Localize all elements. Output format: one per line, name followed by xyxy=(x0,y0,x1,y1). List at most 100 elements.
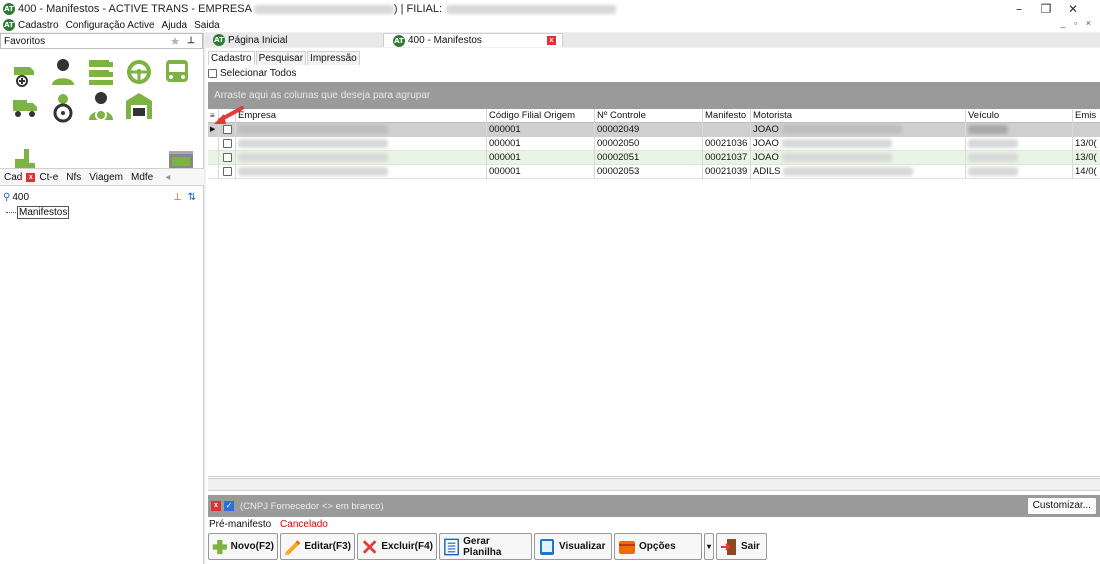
customize-button[interactable]: Customizar... xyxy=(1026,497,1097,515)
truck-add-icon[interactable] xyxy=(10,59,40,89)
search-icon: ⚲ xyxy=(3,191,11,203)
tab-impressao[interactable]: Impressão xyxy=(307,51,360,65)
filial-cell: 000001 xyxy=(487,151,595,165)
maximize-button[interactable]: ❐ xyxy=(1032,0,1060,18)
tab-manifestos[interactable]: AT 400 - Manifestos x xyxy=(383,33,563,47)
new-button[interactable]: Novo(F2) xyxy=(208,533,278,560)
options-dropdown-button[interactable]: ▾ xyxy=(704,533,714,560)
close-tab-icon[interactable]: x xyxy=(547,36,556,45)
column-emissao[interactable]: Emis xyxy=(1073,109,1100,123)
menu-configuracao[interactable]: Configuração Active xyxy=(66,20,155,31)
fleet-trucks-icon[interactable] xyxy=(86,57,116,87)
star-icon[interactable]: ★ xyxy=(170,35,180,48)
veiculo-cell xyxy=(966,165,1073,179)
tab-pesquisar[interactable]: Pesquisar xyxy=(255,51,307,65)
table-row[interactable]: 000001 00002051 00021037 JOAO 13/0( xyxy=(208,151,1100,165)
row-checkbox[interactable] xyxy=(223,167,232,176)
favorites-label: Favoritos xyxy=(4,35,46,47)
exit-button[interactable]: Sair xyxy=(716,533,767,560)
motorista-name: JOAO xyxy=(753,124,779,135)
generate-sheet-button[interactable]: Gerar Planilha xyxy=(439,533,532,560)
driver-steering-icon[interactable] xyxy=(48,93,78,123)
motorista-cell: JOAO xyxy=(751,137,966,151)
table-row[interactable]: 000001 00002050 00021036 JOAO 13/0( xyxy=(208,137,1100,151)
column-controle[interactable]: Nº Controle xyxy=(595,109,703,123)
table-row[interactable]: ▶ 000001 00002049 JOAO xyxy=(208,123,1100,137)
driver-wheel-icon[interactable] xyxy=(86,91,116,121)
minimize-button[interactable]: – xyxy=(1005,0,1033,18)
edit-button[interactable]: Editar(F3) xyxy=(280,533,355,560)
group-by-panel[interactable]: Arraste aqui as colunas que deseja para … xyxy=(208,82,1100,109)
window-title: 400 - Manifestos - ACTIVE TRANS - EMPRES… xyxy=(18,3,252,15)
filter-text[interactable]: (CNPJ Fornecedor <> em branco) xyxy=(240,501,384,512)
grid-header: ≡ Empresa Código Filial Origem Nº Contro… xyxy=(208,109,1100,123)
clear-filter-icon[interactable]: ⊥ xyxy=(173,192,182,203)
app-logo-icon: AT xyxy=(3,3,15,15)
filter-enabled-checkbox[interactable]: ✓ xyxy=(224,501,234,511)
column-empresa[interactable]: Empresa xyxy=(236,109,487,123)
new-button-label: Novo(F2) xyxy=(230,541,274,552)
tab-cad[interactable]: Cad xyxy=(0,172,26,183)
horizontal-scrollbar[interactable] xyxy=(208,478,1100,491)
group-hint: Arraste aqui as colunas que deseja para … xyxy=(214,90,431,101)
close-icon[interactable]: x xyxy=(26,172,36,182)
table-row[interactable]: 000001 00002053 00021039 ADILS 14/0( xyxy=(208,165,1100,179)
clear-filter-button[interactable]: x xyxy=(211,501,221,511)
redacted-motorista xyxy=(783,166,914,176)
row-select-cell[interactable] xyxy=(219,165,236,179)
tab-mdfe[interactable]: Mdfe xyxy=(127,172,157,183)
tree-item-manifestos[interactable]: Manifestos xyxy=(6,206,70,219)
column-manifesto[interactable]: Manifesto xyxy=(703,109,751,123)
column-codigo-filial[interactable]: Código Filial Origem xyxy=(487,109,595,123)
menu-cadastro[interactable]: Cadastro xyxy=(18,20,59,31)
row-checkbox[interactable] xyxy=(223,153,232,162)
controle-cell: 00002053 xyxy=(595,165,703,179)
title-bar: AT 400 - Manifestos - ACTIVE TRANS - EMP… xyxy=(0,0,1100,18)
tab-nfs[interactable]: Nfs xyxy=(62,172,85,183)
sort-icon[interactable]: ⇅ xyxy=(188,192,196,203)
pin-icon[interactable]: ⊥ xyxy=(187,35,195,46)
view-button[interactable]: Visualizar xyxy=(534,533,612,560)
options-button-label: Opções xyxy=(639,541,676,552)
steering-wheel-icon[interactable] xyxy=(124,57,154,87)
row-select-cell[interactable] xyxy=(219,151,236,165)
column-motorista[interactable]: Motorista xyxy=(751,109,966,123)
select-all-checkbox[interactable] xyxy=(208,69,217,78)
menu-saida[interactable]: Saida xyxy=(194,20,220,31)
redacted-filial xyxy=(446,4,617,14)
close-window-button[interactable]: ✕ xyxy=(1059,0,1087,18)
search-input[interactable]: 400 xyxy=(12,192,29,203)
redacted-motorista xyxy=(781,152,892,162)
manifesto-cell: 00021036 xyxy=(703,137,751,151)
mdi-controls[interactable]: _ ▫ × xyxy=(1061,18,1094,28)
delivery-truck-icon[interactable] xyxy=(10,93,40,123)
tab-viagem[interactable]: Viagem xyxy=(85,172,127,183)
legend-cancelado: Cancelado xyxy=(280,519,328,530)
empresa-cell xyxy=(236,165,487,179)
scroll-left-icon[interactable]: ◂ xyxy=(161,172,174,183)
red-arrow-annotation xyxy=(214,106,244,124)
tab-cadastro[interactable]: Cadastro xyxy=(208,51,255,65)
motorista-cell: JOAO xyxy=(751,151,966,165)
select-all[interactable]: Selecionar Todos xyxy=(208,68,297,79)
legend-pre-manifesto: Pré-manifesto xyxy=(209,519,272,530)
menu-bar: AT Cadastro Configuração Active Ajuda Sa… xyxy=(0,18,1100,32)
menu-ajuda[interactable]: Ajuda xyxy=(162,20,188,31)
emissao-cell: 14/0( xyxy=(1075,166,1097,177)
menu-app-icon: AT xyxy=(3,19,15,31)
delete-x-icon xyxy=(362,539,377,554)
motorista-cell: JOAO xyxy=(751,123,966,137)
driver-person-icon[interactable] xyxy=(48,57,78,87)
column-veiculo[interactable]: Veículo xyxy=(966,109,1073,123)
row-checkbox[interactable] xyxy=(223,139,232,148)
tab-cte[interactable]: Ct-e xyxy=(35,172,62,183)
tab-app-icon: AT xyxy=(213,34,225,46)
garage-icon[interactable] xyxy=(124,91,154,121)
bus-icon[interactable] xyxy=(162,57,192,87)
options-button[interactable]: Opções xyxy=(614,533,702,560)
tab-pagina-inicial[interactable]: AT Página Inicial xyxy=(207,33,382,47)
redacted-motorista xyxy=(781,138,892,148)
empresa-cell xyxy=(236,137,487,151)
delete-button[interactable]: Excluir(F4) xyxy=(357,533,437,560)
row-select-cell[interactable] xyxy=(219,137,236,151)
